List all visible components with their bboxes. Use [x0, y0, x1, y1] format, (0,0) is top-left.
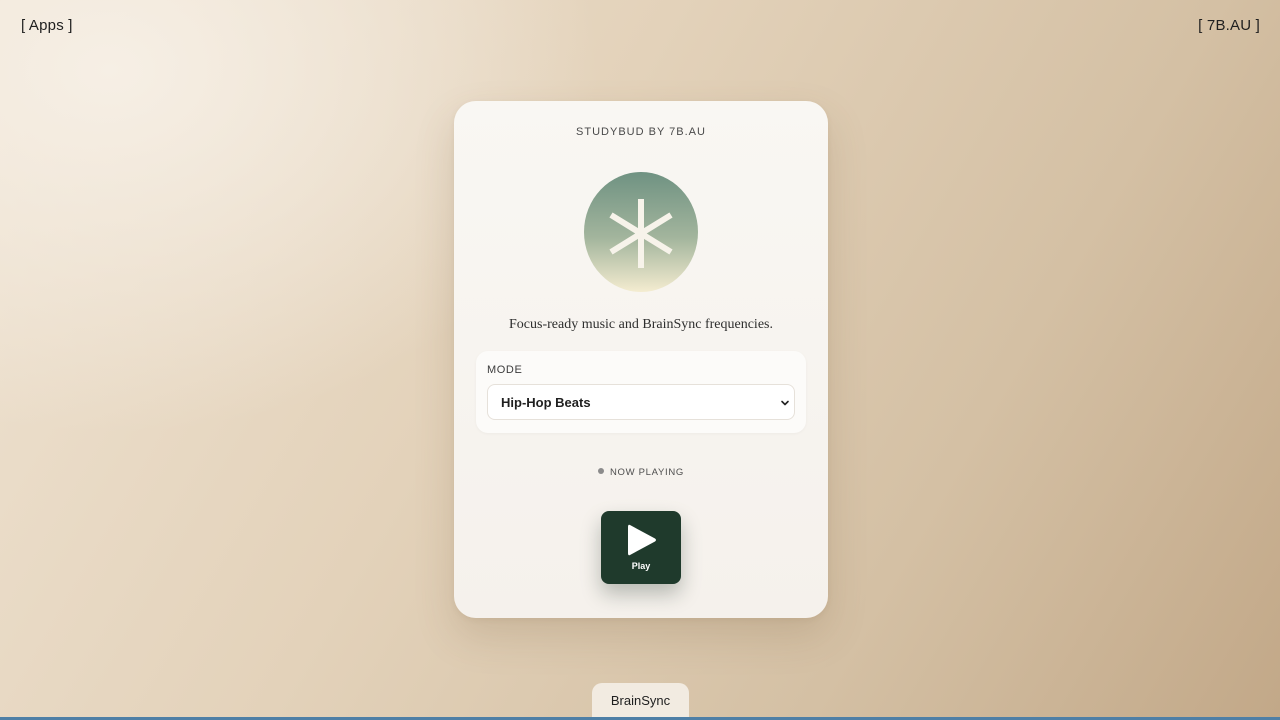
tagline: Focus-ready music and BrainSync frequenc…	[509, 317, 773, 332]
site-link[interactable]: [ 7B.AU ]	[1198, 17, 1260, 34]
chevron-down-icon	[781, 400, 789, 406]
player-card: STUDYBUD BY 7B.AU Focus-ready music and …	[454, 101, 828, 618]
brainsync-tab[interactable]: BrainSync	[592, 683, 689, 720]
mode-selected-value: Hip-Hop Beats	[501, 395, 591, 410]
mode-label: MODE	[487, 364, 523, 376]
play-icon	[628, 524, 656, 556]
brand-title: STUDYBUD BY 7B.AU	[576, 126, 706, 138]
play-label: Play	[631, 561, 651, 571]
app-emblem	[584, 172, 698, 292]
apps-link[interactable]: [ Apps ]	[21, 17, 73, 34]
play-button[interactable]: Play	[601, 511, 681, 584]
mode-panel: MODE Hip-Hop Beats	[476, 351, 806, 433]
playback-status: NOW PLAYING	[454, 467, 828, 478]
status-dot-icon	[597, 468, 604, 474]
mode-select[interactable]: Hip-Hop Beats	[487, 384, 795, 420]
asterisk-icon	[609, 199, 673, 268]
status-text: NOW PLAYING	[609, 467, 685, 478]
